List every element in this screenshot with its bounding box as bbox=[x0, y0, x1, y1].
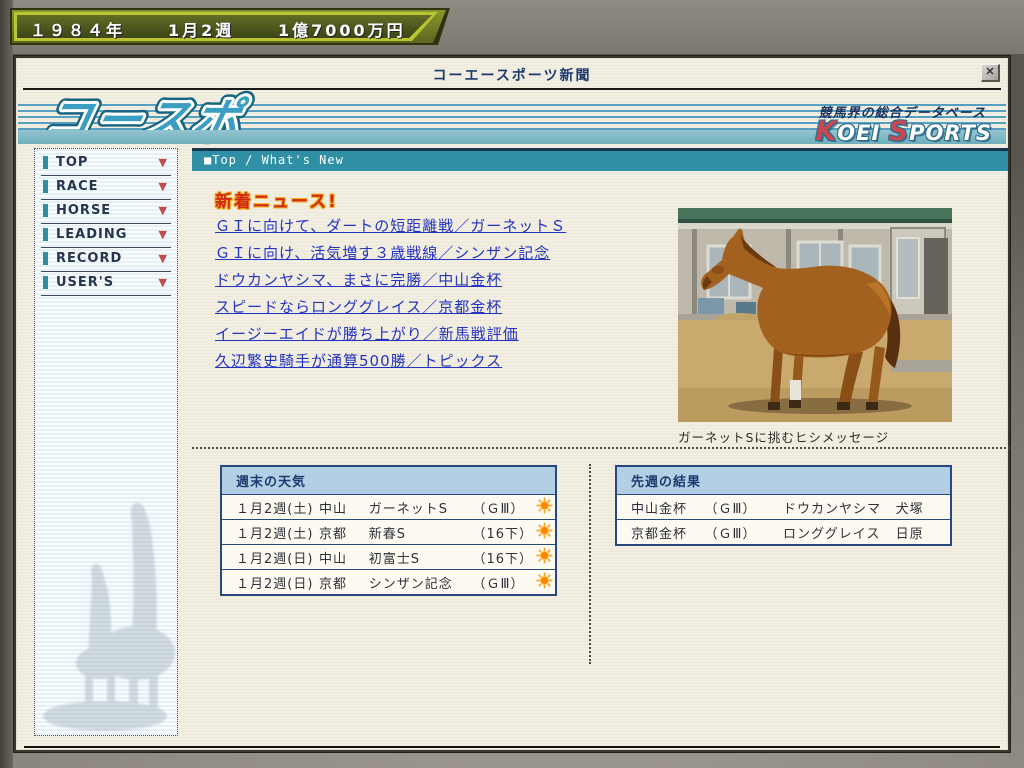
result-grade: （ＧⅢ） bbox=[705, 520, 783, 546]
koei-sports-wordmark: KOEI SPORTS bbox=[815, 116, 992, 147]
race-name: シンザン記念 bbox=[369, 570, 473, 596]
sidebar-item-leading[interactable]: LEADING ▼ bbox=[41, 225, 171, 248]
result-race: 中山金杯 bbox=[616, 495, 705, 520]
news-link[interactable]: ドウカンヤシマ、まさに完勝／中山金杯 bbox=[215, 268, 675, 295]
race-track: 中山 bbox=[319, 545, 369, 570]
player-money: 1億7000万円 bbox=[278, 17, 406, 41]
race-grade: （16下） bbox=[472, 545, 533, 570]
chevron-down-icon: ▼ bbox=[159, 156, 167, 169]
race-grade: （ＧⅢ） bbox=[472, 495, 533, 520]
sunny-icon bbox=[536, 497, 553, 514]
white-sock bbox=[790, 380, 801, 400]
result-horse: ロンググレイス bbox=[783, 520, 896, 546]
news-link[interactable]: イージーエイドが勝ち上がり／新馬戦評価 bbox=[215, 322, 675, 349]
result-horse: ドウカンヤシマ bbox=[783, 495, 896, 520]
sunny-icon bbox=[536, 547, 553, 564]
photo-caption: ガーネットSに挑むヒシメッセージ bbox=[678, 427, 889, 446]
news-link-list: ＧＩに向けて、ダートの短距離戦／ガーネットＳ ＧＩに向け、活気増す３歳戦線／シン… bbox=[215, 214, 675, 376]
table-row: １月2週(土) 京都 新春S （16下） bbox=[221, 520, 556, 545]
race-date: １月2週(土) bbox=[221, 520, 319, 545]
sidebar-menu: TOP ▼ RACE ▼ HORSE ▼ LEADING ▼ RECORD bbox=[34, 148, 178, 736]
sidebar-item-label: TOP bbox=[56, 155, 88, 170]
current-year: １９８４年 bbox=[30, 17, 125, 41]
horizontal-dotted-divider bbox=[192, 447, 1010, 449]
result-jockey: 日原 bbox=[896, 520, 951, 546]
results-table-title: 先週の結果 bbox=[616, 466, 951, 495]
weather-table-title: 週末の天気 bbox=[221, 466, 556, 495]
result-grade: （ＧⅢ） bbox=[705, 495, 783, 520]
chevron-down-icon: ▼ bbox=[159, 180, 167, 193]
sidebar-item-label: RECORD bbox=[56, 251, 122, 266]
newspaper-window: コーエースポーツ新聞 ✕ コースポ コースポ コースポ 競馬界の総合データベース… bbox=[14, 56, 1010, 752]
news-link[interactable]: ＧＩに向け、活気増す３歳戦線／シンザン記念 bbox=[215, 241, 675, 268]
sidebar-item-horse[interactable]: HORSE ▼ bbox=[41, 201, 171, 224]
vertical-dotted-divider bbox=[589, 464, 591, 664]
sidebar-item-top[interactable]: TOP ▼ bbox=[41, 153, 171, 176]
table-row: １月2週(土) 中山 ガーネットS （ＧⅢ） bbox=[221, 495, 556, 520]
footer-divider bbox=[24, 746, 1000, 748]
close-button[interactable]: ✕ bbox=[981, 64, 1000, 82]
race-grade: （ＧⅢ） bbox=[472, 570, 533, 596]
weekend-weather-table: 週末の天気 １月2週(土) 中山 ガーネットS （ＧⅢ） １月2週(土) 京都 … bbox=[220, 465, 557, 596]
news-badge: 新着ニュース! bbox=[215, 187, 338, 212]
result-jockey: 犬塚 bbox=[896, 495, 951, 520]
chevron-down-icon: ▼ bbox=[159, 252, 167, 265]
status-bar-text: １９８４年 1月2週 1億7000万円 bbox=[10, 8, 450, 45]
table-row: 京都金杯 （ＧⅢ） ロンググレイス 日原 bbox=[616, 520, 951, 546]
race-track: 京都 bbox=[319, 570, 369, 596]
breadcrumb-text: ■Top / What's New bbox=[204, 153, 344, 167]
horse-photo bbox=[678, 208, 952, 422]
window-title: コーエースポーツ新聞 bbox=[16, 65, 1008, 85]
screen: １９８４年 1月2週 1億7000万円 コーエースポーツ新聞 ✕ コースポ コー… bbox=[0, 0, 1024, 768]
chevron-down-icon: ▼ bbox=[159, 204, 167, 217]
result-race: 京都金杯 bbox=[616, 520, 705, 546]
menu-tick bbox=[43, 252, 48, 265]
race-track: 中山 bbox=[319, 495, 369, 520]
race-grade: （16下） bbox=[472, 520, 533, 545]
news-link[interactable]: 久辺繁史騎手が通算500勝／トピックス bbox=[215, 349, 675, 376]
race-name: ガーネットS bbox=[369, 495, 473, 520]
desktop-left-edge bbox=[0, 0, 13, 768]
sidebar-item-label: USER'S bbox=[56, 275, 114, 290]
current-week: 1月2週 bbox=[168, 17, 234, 41]
news-link[interactable]: スピードならロンググレイス／京都金杯 bbox=[215, 295, 675, 322]
menu-tick bbox=[43, 156, 48, 169]
sidebar-item-label: LEADING bbox=[56, 227, 127, 242]
news-link[interactable]: ＧＩに向けて、ダートの短距離戦／ガーネットＳ bbox=[215, 214, 675, 241]
race-track: 京都 bbox=[319, 520, 369, 545]
brand-letter-k: K bbox=[815, 116, 837, 147]
sidebar-item-label: HORSE bbox=[56, 203, 111, 218]
table-row: １月2週(日) 京都 シンザン記念 （ＧⅢ） bbox=[221, 570, 556, 596]
close-icon: ✕ bbox=[985, 66, 994, 78]
race-name: 新春S bbox=[369, 520, 473, 545]
table-row: １月2週(日) 中山 初富士S （16下） bbox=[221, 545, 556, 570]
sidebar-item-label: RACE bbox=[56, 179, 99, 194]
menu-tick bbox=[43, 204, 48, 217]
table-row: 中山金杯 （ＧⅢ） ドウカンヤシマ 犬塚 bbox=[616, 495, 951, 520]
last-week-results-table: 先週の結果 中山金杯 （ＧⅢ） ドウカンヤシマ 犬塚 京都金杯 （ＧⅢ） ロング… bbox=[615, 465, 952, 546]
sunny-icon bbox=[536, 522, 553, 539]
brand-oei: OEI bbox=[837, 121, 880, 145]
horse-shadow bbox=[728, 398, 912, 414]
brand-letter-s: S bbox=[889, 116, 909, 147]
sidebar-item-record[interactable]: RECORD ▼ bbox=[41, 249, 171, 272]
race-name: 初富士S bbox=[369, 545, 473, 570]
chevron-down-icon: ▼ bbox=[159, 276, 167, 289]
race-date: １月2週(土) bbox=[221, 495, 319, 520]
chevron-down-icon: ▼ bbox=[159, 228, 167, 241]
menu-tick bbox=[43, 276, 48, 289]
breadcrumb: ■Top / What's New bbox=[192, 148, 1008, 171]
horse-watermark bbox=[37, 491, 175, 731]
sunny-icon bbox=[536, 572, 553, 589]
sidebar-item-users[interactable]: USER'S ▼ bbox=[41, 273, 171, 296]
game-status-bar: １９８４年 1月2週 1億7000万円 bbox=[10, 8, 450, 45]
race-date: １月2週(日) bbox=[221, 570, 319, 596]
sidebar-item-race[interactable]: RACE ▼ bbox=[41, 177, 171, 200]
menu-tick bbox=[43, 228, 48, 241]
race-date: １月2週(日) bbox=[221, 545, 319, 570]
menu-tick bbox=[43, 180, 48, 193]
brand-ports: PORTS bbox=[909, 121, 992, 145]
